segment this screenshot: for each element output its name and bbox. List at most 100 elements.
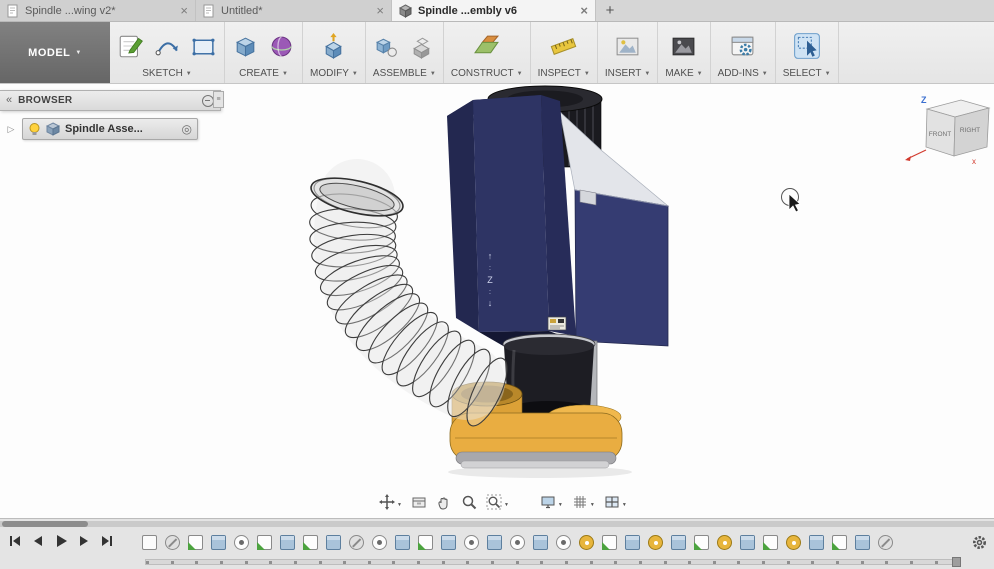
- zoom-tool[interactable]: [460, 493, 478, 511]
- make-menu[interactable]: MAKE ▼: [665, 65, 702, 81]
- marking-up-arrow: ↑: [488, 251, 493, 261]
- new-tab-button[interactable]: +: [596, 0, 624, 21]
- create-box-button[interactable]: [232, 33, 259, 60]
- timeline-feature-sketch[interactable]: [602, 535, 617, 550]
- viewcube[interactable]: Z FRONT RIGHT x: [905, 95, 989, 166]
- timeline-step-forward-button[interactable]: [76, 533, 92, 549]
- workspace-switcher[interactable]: MODEL ▼: [0, 22, 110, 83]
- timeline-feature-joint[interactable]: [579, 535, 594, 550]
- timeline-feature-hole[interactable]: [556, 535, 571, 550]
- make-button[interactable]: [670, 33, 697, 60]
- timeline-play-button[interactable]: [53, 533, 69, 549]
- close-tab-icon[interactable]: ×: [376, 4, 384, 17]
- construct-plane-button[interactable]: [473, 33, 500, 60]
- timeline-slider-handle[interactable]: [952, 557, 961, 567]
- look-at-tool[interactable]: [410, 493, 428, 511]
- step-back-icon: [30, 533, 46, 549]
- timeline-feature-extrude[interactable]: [326, 535, 341, 550]
- timeline-feature-extrude[interactable]: [280, 535, 295, 550]
- spindle-housing[interactable]: ↑ : Z : ↓: [447, 95, 668, 353]
- timeline-scrollbar-thumb[interactable]: [2, 521, 88, 527]
- select-tool-button[interactable]: [793, 32, 821, 60]
- timeline-feature-sketch[interactable]: [303, 535, 318, 550]
- collapse-panel-icon[interactable]: «: [6, 95, 12, 106]
- timeline-step-back-button[interactable]: [30, 533, 46, 549]
- create-sketch-button[interactable]: [117, 32, 145, 60]
- timeline-feature-extrude[interactable]: [809, 535, 824, 550]
- press-pull-button[interactable]: [320, 33, 347, 60]
- timeline-feature-extrude[interactable]: [211, 535, 226, 550]
- viewcube-front-face[interactable]: FRONT: [929, 131, 951, 138]
- joint-button[interactable]: [409, 33, 436, 60]
- chevron-down-icon: ▼: [558, 503, 563, 510]
- timeline-feature-revolve[interactable]: [349, 535, 364, 550]
- scripts-addins-button[interactable]: [729, 33, 756, 60]
- timeline-go-to-start-button[interactable]: [7, 533, 23, 549]
- measure-button[interactable]: [550, 33, 577, 60]
- timeline-slider-tick: [442, 561, 445, 564]
- select-menu[interactable]: SELECT ▼: [783, 65, 831, 81]
- orbit-tool[interactable]: ▼: [378, 493, 403, 511]
- tab-spindle-drawing[interactable]: Spindle ...wing v2* ×: [0, 0, 196, 21]
- timeline-feature-extrude[interactable]: [533, 535, 548, 550]
- timeline-feature-hole[interactable]: [464, 535, 479, 550]
- new-component-button[interactable]: [373, 33, 400, 60]
- modify-menu[interactable]: MODIFY ▼: [310, 65, 358, 81]
- timeline-feature-joint[interactable]: [717, 535, 732, 550]
- tab-spindle-assembly-active[interactable]: Spindle ...embly v6 ×: [392, 0, 596, 21]
- visibility-bulb-icon[interactable]: [28, 122, 41, 136]
- timeline-feature-extrude[interactable]: [625, 535, 640, 550]
- timeline-feature-hole[interactable]: [234, 535, 249, 550]
- timeline-feature-revolve[interactable]: [165, 535, 180, 550]
- pan-tool[interactable]: [435, 493, 453, 511]
- timeline-zoom-slider[interactable]: [145, 559, 960, 565]
- timeline-feature-sketch[interactable]: [257, 535, 272, 550]
- timeline-settings-button[interactable]: [971, 534, 988, 551]
- expand-node-icon[interactable]: ▷: [0, 124, 22, 135]
- browser-header[interactable]: « BROWSER ≡: [0, 90, 221, 111]
- close-tab-icon[interactable]: ×: [180, 4, 188, 17]
- timeline-feature-sketch[interactable]: [188, 535, 203, 550]
- timeline-scrollbar[interactable]: [0, 521, 994, 527]
- timeline-feature-sketch[interactable]: [694, 535, 709, 550]
- timeline-feature-extrude[interactable]: [740, 535, 755, 550]
- timeline-feature-extrude[interactable]: [395, 535, 410, 550]
- timeline-feature-extrude[interactable]: [487, 535, 502, 550]
- timeline-feature-extrude[interactable]: [441, 535, 456, 550]
- close-tab-icon[interactable]: ×: [580, 4, 588, 17]
- insert-menu[interactable]: INSERT ▼: [605, 65, 650, 81]
- activate-component-icon[interactable]: ◎: [182, 123, 192, 135]
- inspect-menu[interactable]: INSPECT ▼: [538, 65, 590, 81]
- viewport-canvas[interactable]: ↑ : Z : ↓: [0, 84, 994, 518]
- sketch-menu[interactable]: SKETCH ▼: [142, 65, 192, 81]
- create-form-button[interactable]: [268, 33, 295, 60]
- timeline-feature-component[interactable]: [142, 535, 157, 550]
- fit-tool[interactable]: ▼: [485, 493, 510, 511]
- timeline-feature-joint[interactable]: [648, 535, 663, 550]
- panel-grip-icon[interactable]: ≡: [213, 91, 224, 108]
- grid-layout-tool[interactable]: ▼: [571, 493, 596, 511]
- tab-untitled[interactable]: Untitled* ×: [196, 0, 392, 21]
- sketch-arc-button[interactable]: [154, 33, 181, 60]
- timeline-feature-joint[interactable]: [786, 535, 801, 550]
- timeline-feature-extrude[interactable]: [671, 535, 686, 550]
- viewcube-right-face[interactable]: RIGHT: [960, 127, 980, 134]
- timeline-feature-extrude[interactable]: [855, 535, 870, 550]
- model-spindle-assembly[interactable]: ↑ : Z : ↓: [308, 86, 668, 478]
- sketch-rectangle-button[interactable]: [190, 33, 217, 60]
- construct-menu[interactable]: CONSTRUCT ▼: [451, 65, 523, 81]
- display-settings[interactable]: ▼: [539, 493, 564, 511]
- browser-root-item[interactable]: Spindle Asse... ◎: [22, 118, 198, 140]
- timeline-feature-hole[interactable]: [372, 535, 387, 550]
- create-menu[interactable]: CREATE ▼: [239, 65, 288, 81]
- timeline-feature-sketch[interactable]: [418, 535, 433, 550]
- timeline-feature-hole[interactable]: [510, 535, 525, 550]
- timeline-feature-sketch[interactable]: [832, 535, 847, 550]
- timeline-feature-revolve[interactable]: [878, 535, 893, 550]
- timeline-go-to-end-button[interactable]: [99, 533, 115, 549]
- addins-menu[interactable]: ADD-INS ▼: [718, 65, 768, 81]
- insert-image-button[interactable]: [614, 33, 641, 60]
- viewports-tool[interactable]: ▼: [603, 493, 628, 511]
- assemble-menu[interactable]: ASSEMBLE ▼: [373, 65, 436, 81]
- timeline-feature-sketch[interactable]: [763, 535, 778, 550]
